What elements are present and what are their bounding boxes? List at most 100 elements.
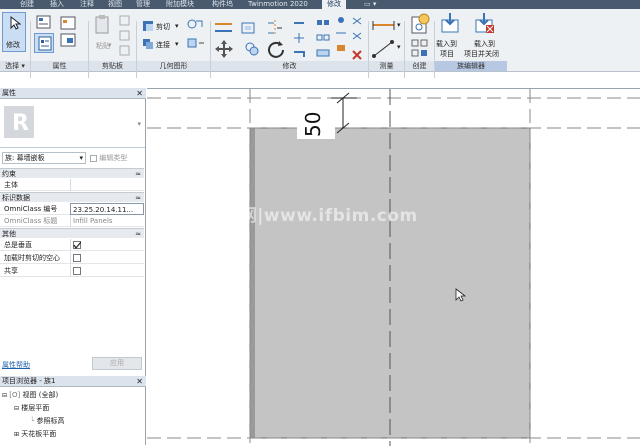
canvas-drawing <box>147 89 640 446</box>
expand-toggle-icon[interactable]: ⊞ <box>14 431 19 438</box>
load-and-close-label-2[interactable]: 项目并关闭 <box>464 49 499 59</box>
tree-label: 视图 (全部) <box>22 391 59 399</box>
edit-type-button[interactable]: 编辑类型 <box>90 152 144 164</box>
tree-item-ref-level[interactable]: └ 参照标高 <box>30 416 64 426</box>
measure-icon[interactable] <box>372 19 398 33</box>
panel-label-geometry: 几何图形 <box>137 61 210 71</box>
section-identity-label: 标识数据 <box>2 194 30 202</box>
property-key: OmniClass 编号 <box>4 205 58 213</box>
panel-label-create: 创建 <box>405 61 434 71</box>
load-and-close-label-1[interactable]: 载入到 <box>474 39 495 49</box>
collapse-toggle-icon[interactable]: ⊟ <box>14 405 19 412</box>
cut-with-voids-checkbox[interactable] <box>73 254 81 262</box>
property-row-always-vertical: 总是垂直 <box>0 239 144 251</box>
align-icon[interactable] <box>214 21 234 35</box>
dimension-dropdown-icon[interactable]: ▾ <box>397 43 401 51</box>
property-key: 主体 <box>4 181 18 189</box>
tab-create[interactable]: 创建 <box>20 0 34 9</box>
panel-label-clipboard: 剪贴板 <box>89 61 136 71</box>
type-properties-icon[interactable] <box>36 14 52 30</box>
array-scale-icons[interactable] <box>316 19 330 59</box>
dimension-icon[interactable] <box>372 39 398 59</box>
load-into-project-label-1[interactable]: 载入到 <box>436 39 457 49</box>
dimension-value[interactable]: 50 <box>301 112 325 137</box>
property-row-host: 主体 <box>0 179 144 191</box>
property-row-omniclass-number: OmniClass 编号 23.25.20.14.11... <box>0 203 144 215</box>
properties-title: 属性 <box>2 89 16 97</box>
tree-label: 参照标高 <box>36 417 65 425</box>
tab-view[interactable]: 视图 <box>108 0 122 9</box>
left-pane: 属性 ✕ R ▾ 族: 幕墙嵌板 ▾ 编辑类型 约束 ≈ 主体 标识数据 ≈ O… <box>0 88 146 445</box>
pin-unpin-icons[interactable] <box>334 15 348 61</box>
family-type-dropdown[interactable]: 族: 幕墙嵌板 ▾ <box>2 152 86 164</box>
join-geometry-icon[interactable] <box>142 38 154 50</box>
drawing-canvas[interactable]: 50 BIM教程网|www.ifbim.com <box>147 88 640 446</box>
rotate-icon[interactable] <box>266 39 286 59</box>
modify-button[interactable]: 修改 <box>2 12 26 52</box>
panel-label-select[interactable]: 选择 ▾ <box>0 61 30 71</box>
family-row: 族: 幕墙嵌板 ▾ 编辑类型 <box>0 151 145 165</box>
tab-annotate[interactable]: 注释 <box>80 0 94 9</box>
tree-item-views[interactable]: ⊟ [O] 视图 (全部) <box>2 390 58 400</box>
tab-overflow-icon[interactable]: ▭ ▾ <box>364 0 376 9</box>
paste-dropdown-icon[interactable]: ▾ <box>108 41 112 49</box>
create-family-icon[interactable] <box>408 12 432 36</box>
apply-button[interactable]: 应用 <box>92 357 142 370</box>
split-trim-icons[interactable] <box>292 19 306 59</box>
shared-checkbox[interactable] <box>73 267 81 275</box>
watermark-text: BIM教程网|www.ifbim.com <box>167 206 418 226</box>
load-and-close-icon[interactable] <box>474 12 496 34</box>
load-into-project-label-2[interactable]: 项目 <box>440 49 454 59</box>
family-types-icon[interactable] <box>58 14 80 50</box>
tab-manage[interactable]: 管理 <box>136 0 150 9</box>
family-type-text: 族: 幕墙嵌板 <box>5 154 45 162</box>
clipboard-tools-icon[interactable] <box>118 15 132 59</box>
delete-tools-icons[interactable] <box>350 15 364 63</box>
properties-button[interactable] <box>34 33 54 53</box>
property-row-shared: 共享 <box>0 265 144 277</box>
section-other[interactable]: 其他 ≈ <box>0 228 144 238</box>
close-icon[interactable]: ✕ <box>136 88 143 99</box>
omniclass-number-field[interactable]: 23.25.20.14.11... <box>70 203 144 215</box>
property-value <box>70 179 144 191</box>
select-panel-text: 选择 <box>5 62 20 70</box>
tree-label: 楼层平面 <box>21 404 50 412</box>
project-browser-title: 项目浏览器 - 族1 <box>2 377 56 385</box>
tree-item-ceiling-plans[interactable]: ⊞ 天花板平面 <box>14 429 56 439</box>
collapse-toggle-icon[interactable]: ⊟ <box>2 392 7 399</box>
geometry-tools-icon[interactable] <box>186 19 210 53</box>
offset-icon[interactable] <box>240 21 258 37</box>
cursor-arrow-icon <box>10 16 21 30</box>
tab-modify[interactable]: 修改 <box>322 0 346 9</box>
tree-item-floor-plans[interactable]: ⊟ 楼层平面 <box>14 403 49 413</box>
mirror-icon[interactable] <box>266 19 284 37</box>
cut-label[interactable]: 剪切 <box>156 22 170 32</box>
type-selector-dropdown-icon[interactable]: ▾ <box>137 120 141 128</box>
properties-help-link[interactable]: 属性帮助 <box>2 360 30 370</box>
tree-label: 天花板平面 <box>21 430 57 438</box>
copy-icon[interactable] <box>244 41 260 57</box>
close-icon[interactable]: ✕ <box>136 376 143 387</box>
curtain-panel[interactable] <box>249 127 531 439</box>
tab-twinmotion[interactable]: Twinmotion 2020 <box>248 0 308 9</box>
always-vertical-checkbox[interactable] <box>73 241 81 249</box>
move-icon[interactable] <box>214 39 234 59</box>
section-constraints[interactable]: 约束 ≈ <box>0 168 144 178</box>
load-into-project-icon[interactable] <box>440 12 460 34</box>
tab-component-dock[interactable]: 构件坞 <box>212 0 233 9</box>
tab-insert[interactable]: 插入 <box>50 0 64 9</box>
panel-label-measure: 测量 <box>369 61 404 71</box>
tab-addins[interactable]: 附加模块 <box>166 0 194 9</box>
section-identity-data[interactable]: 标识数据 ≈ <box>0 192 144 202</box>
property-row-omniclass-title: OmniClass 标题 Infill Panels <box>0 215 144 227</box>
paste-icon[interactable] <box>94 14 112 38</box>
properties-icon <box>38 36 52 51</box>
type-selector[interactable]: R ▾ <box>0 100 145 148</box>
cut-dropdown-icon[interactable]: ▾ <box>175 22 179 30</box>
join-label[interactable]: 连接 <box>156 40 170 50</box>
cut-geometry-icon[interactable] <box>142 20 154 32</box>
measure-dropdown-icon[interactable]: ▾ <box>397 21 401 29</box>
revit-logo-icon: R <box>4 106 34 138</box>
modify-label: 修改 <box>6 41 20 49</box>
join-dropdown-icon[interactable]: ▾ <box>175 40 179 48</box>
